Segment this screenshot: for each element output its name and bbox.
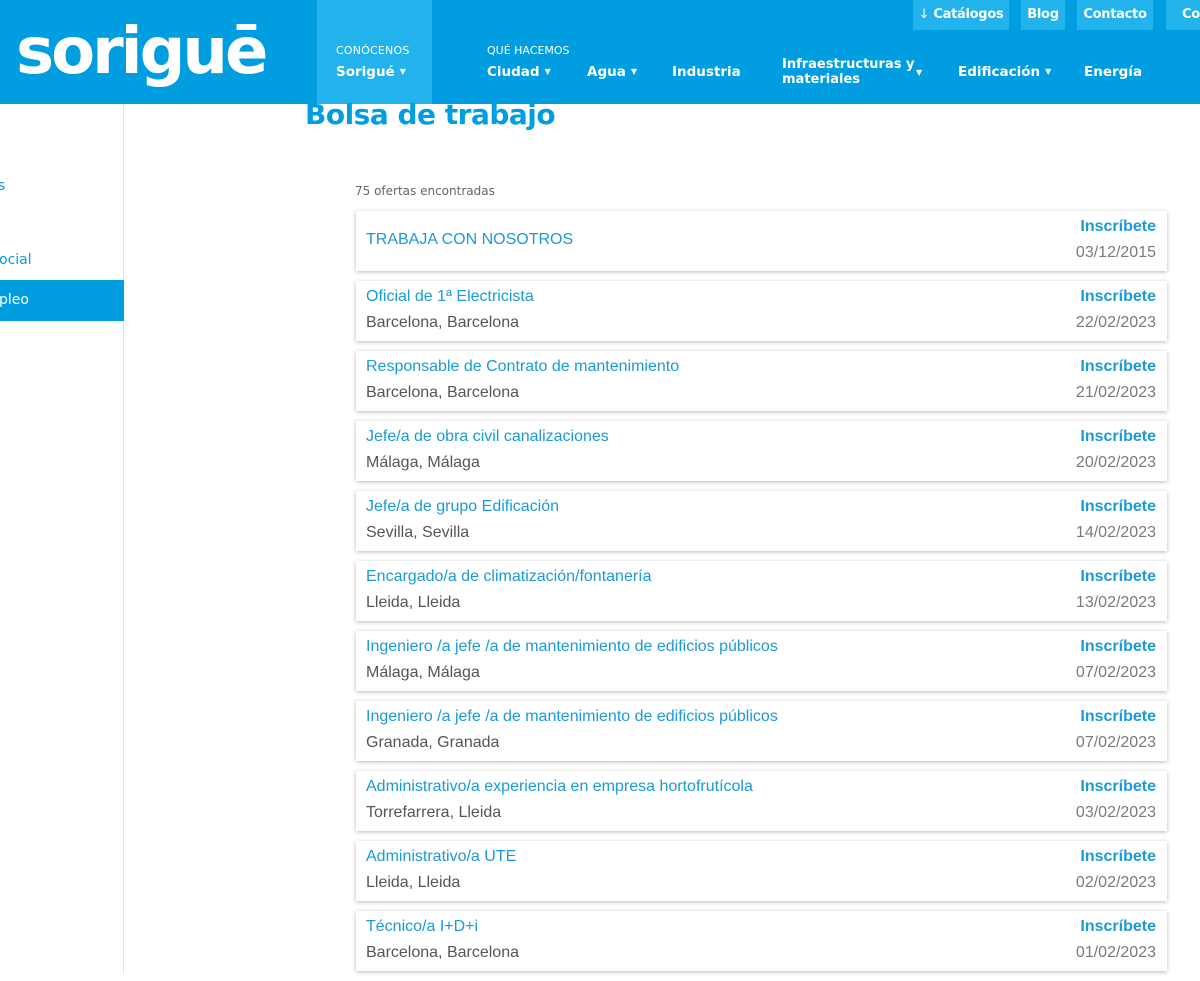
caret-down-icon: ▼ — [630, 67, 637, 76]
apply-link[interactable]: Inscríbete — [1080, 918, 1156, 936]
job-card[interactable]: Oficial de 1ª Electricista Barcelona, Ba… — [356, 281, 1167, 341]
job-location: Sevilla, Sevilla — [366, 524, 470, 541]
job-card[interactable]: Jefe/a de grupo Edificación Sevilla, Sev… — [356, 491, 1167, 551]
job-location: Barcelona, Barcelona — [366, 384, 519, 401]
caret-down-icon: ▼ — [1045, 67, 1052, 76]
nav-group-conocenos: CONÓCENOS Sorigué ▼ — [317, 0, 432, 104]
apply-link[interactable]: Inscríbete — [1080, 778, 1156, 796]
job-title-link[interactable]: Administrativo/a experiencia en empresa … — [366, 778, 753, 796]
caret-down-icon: ▼ — [544, 67, 551, 76]
job-list: TRABAJA CON NOSOTROS Inscríbete 03/12/20… — [356, 211, 1167, 981]
apply-link[interactable]: Inscríbete — [1080, 498, 1156, 516]
job-card[interactable]: Ingeniero /a jefe /a de mantenimiento de… — [356, 631, 1167, 691]
apply-link[interactable]: Inscríbete — [1080, 568, 1156, 586]
job-title-link[interactable]: Encargado/a de climatización/fontanería — [366, 568, 652, 586]
job-date: 03/02/2023 — [1075, 804, 1156, 821]
job-date: 07/02/2023 — [1075, 664, 1156, 681]
apply-link[interactable]: Inscríbete — [1080, 638, 1156, 656]
job-card[interactable]: Administrativo/a UTE Lleida, Lleida Insc… — [356, 841, 1167, 901]
sidebar-item-label: pleo — [0, 292, 29, 308]
apply-link[interactable]: Inscríbete — [1080, 358, 1156, 376]
job-location: Barcelona, Barcelona — [366, 314, 519, 331]
nav-kicker-que-hacemos: QUÉ HACEMOS — [487, 44, 570, 57]
apply-link[interactable]: Inscríbete — [1080, 708, 1156, 726]
job-date: 22/02/2023 — [1075, 314, 1156, 331]
apply-link[interactable]: Inscríbete — [1080, 848, 1156, 866]
nav-kicker-conocenos: CONÓCENOS — [336, 44, 410, 57]
job-card[interactable]: Técnico/a I+D+i Barcelona, Barcelona Ins… — [356, 911, 1167, 971]
blog-button[interactable]: Blog — [1021, 0, 1065, 30]
job-title-link[interactable]: Ingeniero /a jefe /a de mantenimiento de… — [366, 708, 778, 726]
job-date: 03/12/2015 — [1075, 244, 1156, 261]
job-title-link[interactable]: Jefe/a de grupo Edificación — [366, 498, 559, 516]
caret-down-icon: ▼ — [399, 67, 406, 76]
job-title-link[interactable]: TRABAJA CON NOSOTROS — [366, 231, 573, 249]
nav-item-agua[interactable]: Agua ▼ — [587, 64, 637, 80]
job-date: 07/02/2023 — [1075, 734, 1156, 751]
job-location: Lleida, Lleida — [366, 874, 461, 891]
site-header: soriguē CONÓCENOS Sorigué ▼ QUÉ HACEMOS C… — [0, 0, 1200, 104]
job-date: 13/02/2023 — [1075, 594, 1156, 611]
sorigue-logo[interactable]: soriguē — [16, 16, 268, 88]
sidebar — [0, 104, 124, 974]
job-title-link[interactable]: Jefe/a de obra civil canalizaciones — [366, 428, 609, 446]
job-location: Barcelona, Barcelona — [366, 944, 519, 961]
job-title-link[interactable]: Administrativo/a UTE — [366, 848, 516, 866]
apply-link[interactable]: Inscríbete — [1080, 218, 1156, 236]
job-card[interactable]: TRABAJA CON NOSOTROS Inscríbete 03/12/20… — [356, 211, 1167, 271]
job-card[interactable]: Responsable de Contrato de mantenimiento… — [356, 351, 1167, 411]
job-title-link[interactable]: Responsable de Contrato de mantenimiento — [366, 358, 679, 376]
apply-link[interactable]: Inscríbete — [1080, 428, 1156, 446]
job-date: 21/02/2023 — [1075, 384, 1156, 401]
nav-item-ciudad[interactable]: Ciudad ▼ — [487, 64, 551, 80]
job-location: Málaga, Málaga — [366, 664, 480, 681]
job-location: Torrefarrera, Lleida — [366, 804, 502, 821]
job-location: Málaga, Málaga — [366, 454, 480, 471]
nav-item-infraestructuras[interactable]: Infraestructuras y materiales ▼ — [782, 57, 922, 87]
sidebar-item-partial[interactable]: s — [0, 178, 5, 194]
job-location: Lleida, Lleida — [366, 594, 461, 611]
job-date: 01/02/2023 — [1075, 944, 1156, 961]
page-title: Bolsa de trabajo — [305, 98, 556, 131]
job-card[interactable]: Encargado/a de climatización/fontanería … — [356, 561, 1167, 621]
job-date: 14/02/2023 — [1075, 524, 1156, 541]
sidebar-item-social[interactable]: ocial — [0, 252, 32, 268]
nav-item-edificacion[interactable]: Edificación ▼ — [958, 64, 1051, 80]
offers-count: 75 ofertas encontradas — [355, 184, 495, 198]
contacto-button[interactable]: Contacto — [1077, 0, 1153, 30]
job-title-link[interactable]: Oficial de 1ª Electricista — [366, 288, 534, 306]
nav-item-industria[interactable]: Industria — [672, 64, 741, 80]
catalogos-button[interactable]: ↓ Catálogos — [913, 0, 1009, 30]
job-location: Granada, Granada — [366, 734, 500, 751]
sidebar-item-empleo[interactable]: pleo — [0, 280, 124, 321]
download-icon: ↓ — [918, 7, 930, 22]
top-button-partial[interactable]: Co — [1166, 0, 1200, 30]
nav-item-energia[interactable]: Energía — [1084, 64, 1142, 80]
caret-down-icon: ▼ — [916, 68, 923, 77]
job-date: 20/02/2023 — [1075, 454, 1156, 471]
job-title-link[interactable]: Técnico/a I+D+i — [366, 918, 478, 936]
nav-item-sorigue[interactable]: Sorigué ▼ — [336, 64, 406, 80]
apply-link[interactable]: Inscríbete — [1080, 288, 1156, 306]
job-date: 02/02/2023 — [1075, 874, 1156, 891]
job-card[interactable]: Jefe/a de obra civil canalizaciones Mála… — [356, 421, 1167, 481]
job-card[interactable]: Administrativo/a experiencia en empresa … — [356, 771, 1167, 831]
job-card[interactable]: Ingeniero /a jefe /a de mantenimiento de… — [356, 701, 1167, 761]
job-title-link[interactable]: Ingeniero /a jefe /a de mantenimiento de… — [366, 638, 778, 656]
